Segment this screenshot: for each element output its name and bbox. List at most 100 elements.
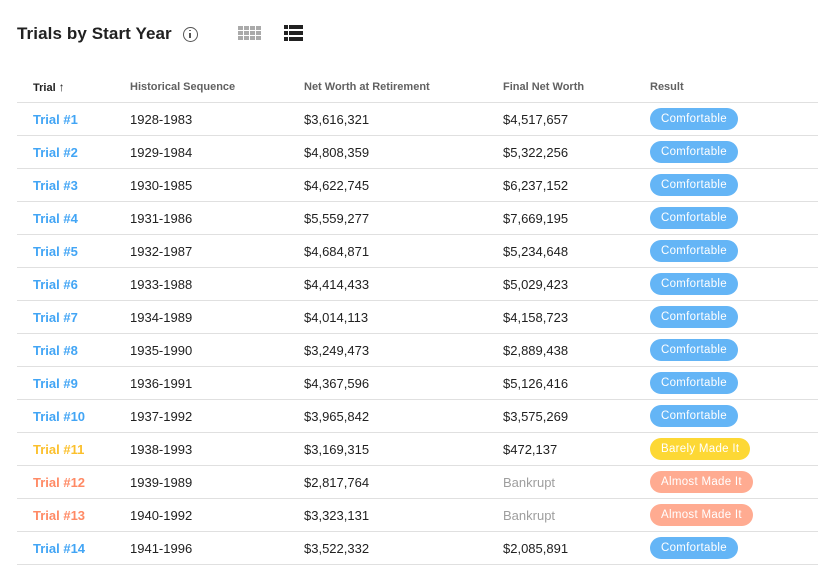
trial-link[interactable]: Trial #6: [17, 267, 130, 301]
list-view-icon[interactable]: [284, 25, 303, 41]
result-cell: Comfortable: [650, 399, 818, 433]
trial-link[interactable]: Trial #5: [17, 234, 130, 268]
historical-sequence: 1934-1989: [130, 300, 304, 334]
final-net-worth: $7,669,195: [503, 201, 650, 235]
trial-link[interactable]: Trial #8: [17, 333, 130, 367]
historical-sequence: 1932-1987: [130, 234, 304, 268]
result-badge: Comfortable: [650, 405, 738, 427]
trial-link[interactable]: Trial #9: [17, 366, 130, 400]
result-cell: Comfortable: [650, 267, 818, 301]
net-worth-at-retirement: $3,616,321: [304, 102, 503, 136]
result-badge: Comfortable: [650, 240, 738, 262]
historical-sequence: 1941-1996: [130, 531, 304, 565]
result-badge: Comfortable: [650, 174, 738, 196]
column-header-final-net-worth[interactable]: Final Net Worth: [503, 72, 650, 103]
section-header: Trials by Start Year: [17, 20, 198, 48]
table-row: Trial #4 1931-1986 $5,559,277 $7,669,195 Com…: [17, 201, 818, 235]
column-header-result[interactable]: Result: [650, 72, 818, 103]
result-badge: Comfortable: [650, 141, 738, 163]
table-row: Trial #12 1939-1989 $2,817,764 Bankrupt Almo…: [17, 465, 818, 499]
trial-link[interactable]: Trial #3: [17, 168, 130, 202]
net-worth-at-retirement: $4,622,745: [304, 168, 503, 202]
table-row: Trial #9 1936-1991 $4,367,596 $5,126,416 Com…: [17, 366, 818, 400]
trial-link[interactable]: Trial #12: [17, 465, 130, 499]
result-cell: Comfortable: [650, 300, 818, 334]
trial-link[interactable]: Trial #13: [17, 498, 130, 532]
result-badge: Comfortable: [650, 339, 738, 361]
historical-sequence: 1933-1988: [130, 267, 304, 301]
result-cell: Comfortable: [650, 366, 818, 400]
result-cell: Comfortable: [650, 531, 818, 565]
table-header-row: Trial ↑ Historical Sequence Net Worth at …: [17, 72, 818, 103]
trials-table: Trial ↑ Historical Sequence Net Worth at …: [17, 72, 818, 565]
table-row: Trial #7 1934-1989 $4,014,113 $4,158,723 Com…: [17, 300, 818, 334]
final-net-worth: $2,085,891: [503, 531, 650, 565]
result-badge: Comfortable: [650, 108, 738, 130]
result-badge: Barely Made It: [650, 438, 751, 460]
column-header-trial[interactable]: Trial ↑: [17, 72, 130, 103]
net-worth-at-retirement: $4,014,113: [304, 300, 503, 334]
table-row: Trial #14 1941-1996 $3,522,332 $2,085,891 Co…: [17, 531, 818, 565]
result-cell: Comfortable: [650, 135, 818, 169]
info-circle-icon[interactable]: [182, 26, 198, 42]
net-worth-at-retirement: $3,249,473: [304, 333, 503, 367]
historical-sequence: 1930-1985: [130, 168, 304, 202]
trial-link[interactable]: Trial #2: [17, 135, 130, 169]
final-net-worth: $6,237,152: [503, 168, 650, 202]
historical-sequence: 1940-1992: [130, 498, 304, 532]
result-cell: Almost Made It: [650, 498, 818, 532]
result-cell: Almost Made It: [650, 465, 818, 499]
table-row: Trial #8 1935-1990 $3,249,473 $2,889,438 Com…: [17, 333, 818, 367]
final-net-worth: $5,029,423: [503, 267, 650, 301]
column-header-historical-sequence[interactable]: Historical Sequence: [130, 72, 304, 103]
historical-sequence: 1937-1992: [130, 399, 304, 433]
final-net-worth: Bankrupt: [503, 465, 650, 499]
result-cell: Comfortable: [650, 234, 818, 268]
table-row: Trial #11 1938-1993 $3,169,315 $472,137 Bare…: [17, 432, 818, 466]
result-badge: Almost Made It: [650, 504, 753, 526]
final-net-worth: $5,126,416: [503, 366, 650, 400]
page-title: Trials by Start Year: [17, 24, 172, 43]
result-badge: Comfortable: [650, 273, 738, 295]
result-badge: Comfortable: [650, 207, 738, 229]
trial-link[interactable]: Trial #10: [17, 399, 130, 433]
trial-link[interactable]: Trial #1: [17, 102, 130, 136]
result-cell: Comfortable: [650, 168, 818, 202]
result-cell: Barely Made It: [650, 432, 818, 466]
table-row: Trial #5 1932-1987 $4,684,871 $5,234,648 Com…: [17, 234, 818, 268]
grid-view-icon[interactable]: [238, 26, 261, 41]
trial-link[interactable]: Trial #4: [17, 201, 130, 235]
table-row: Trial #10 1937-1992 $3,965,842 $3,575,269 Co…: [17, 399, 818, 433]
net-worth-at-retirement: $3,522,332: [304, 531, 503, 565]
result-badge: Comfortable: [650, 372, 738, 394]
net-worth-at-retirement: $3,965,842: [304, 399, 503, 433]
final-net-worth: $5,322,256: [503, 135, 650, 169]
final-net-worth: $2,889,438: [503, 333, 650, 367]
column-header-net-worth-at-retirement[interactable]: Net Worth at Retirement: [304, 72, 503, 103]
trial-link[interactable]: Trial #7: [17, 300, 130, 334]
final-net-worth: Bankrupt: [503, 498, 650, 532]
table-row: Trial #1 1928-1983 $3,616,321 $4,517,657 Com…: [17, 102, 818, 136]
result-cell: Comfortable: [650, 201, 818, 235]
historical-sequence: 1939-1989: [130, 465, 304, 499]
sort-ascending-icon[interactable]: ↑: [59, 80, 65, 94]
table-row: Trial #6 1933-1988 $4,414,433 $5,029,423 Com…: [17, 267, 818, 301]
final-net-worth: $3,575,269: [503, 399, 650, 433]
trial-link[interactable]: Trial #14: [17, 531, 130, 565]
final-net-worth: $4,158,723: [503, 300, 650, 334]
historical-sequence: 1929-1984: [130, 135, 304, 169]
table-row: Trial #2 1929-1984 $4,808,359 $5,322,256 Com…: [17, 135, 818, 169]
net-worth-at-retirement: $4,367,596: [304, 366, 503, 400]
table-row: Trial #3 1930-1985 $4,622,745 $6,237,152 Com…: [17, 168, 818, 202]
net-worth-at-retirement: $4,414,433: [304, 267, 503, 301]
net-worth-at-retirement: $3,323,131: [304, 498, 503, 532]
result-cell: Comfortable: [650, 333, 818, 367]
result-badge: Comfortable: [650, 306, 738, 328]
trial-link[interactable]: Trial #11: [17, 432, 130, 466]
result-badge: Comfortable: [650, 537, 738, 559]
net-worth-at-retirement: $4,808,359: [304, 135, 503, 169]
historical-sequence: 1928-1983: [130, 102, 304, 136]
net-worth-at-retirement: $5,559,277: [304, 201, 503, 235]
final-net-worth: $472,137: [503, 432, 650, 466]
net-worth-at-retirement: $2,817,764: [304, 465, 503, 499]
